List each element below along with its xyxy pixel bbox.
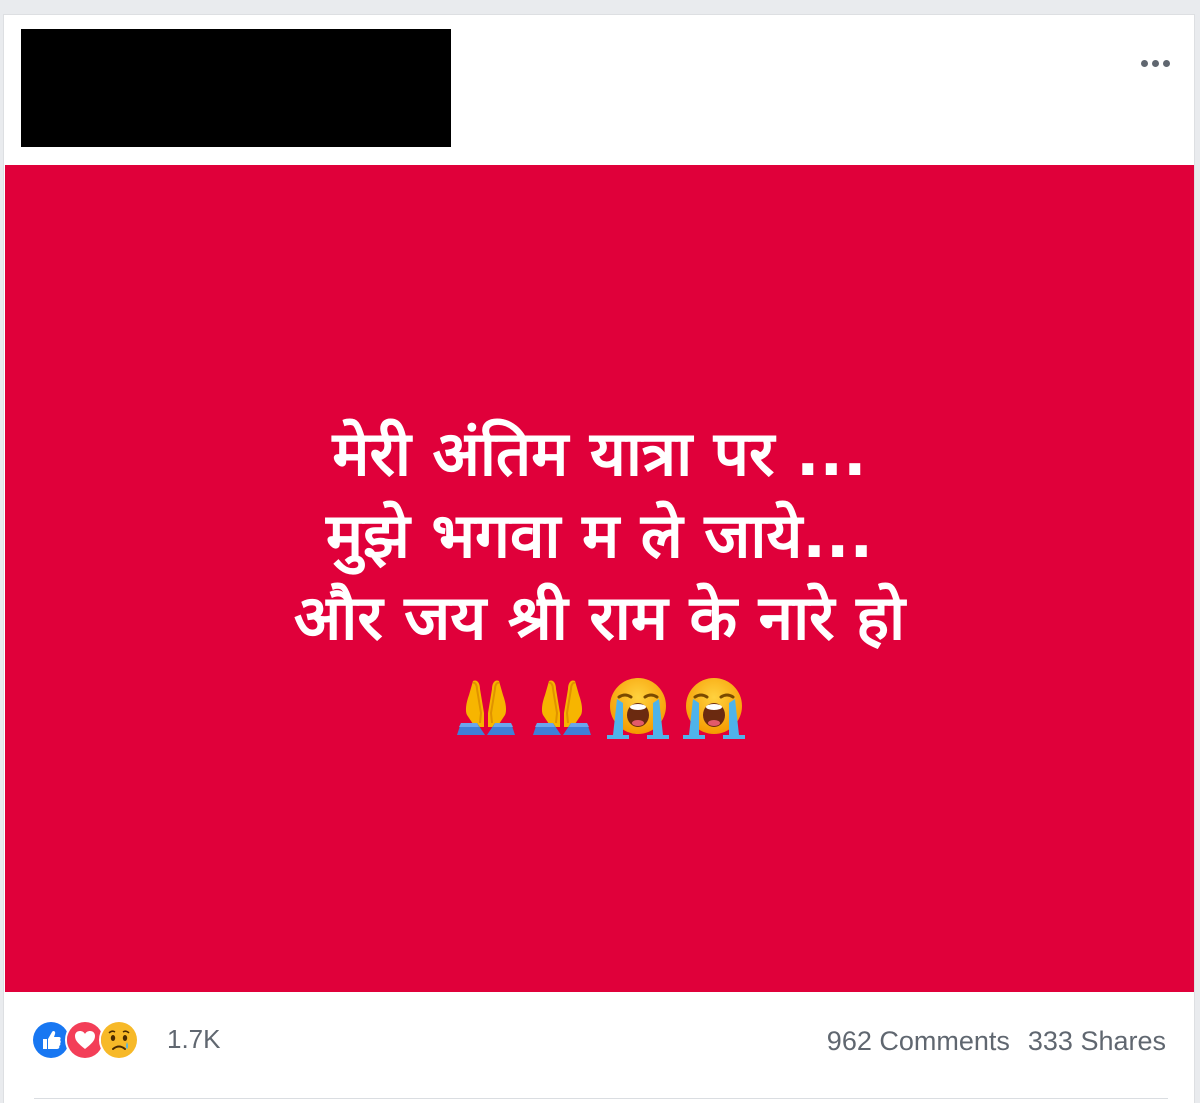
shares-count-link[interactable]: 333 Shares: [1028, 1026, 1166, 1057]
post-image[interactable]: मेरी अंतिम यात्रा पर ... मुझे भगवा म ले …: [5, 165, 1194, 992]
more-options-icon-dot: [1151, 59, 1159, 67]
folded-hands-icon: [527, 673, 597, 743]
more-options-button[interactable]: [1134, 53, 1176, 73]
post-text-line: मेरी अंतिम यात्रा पर ...: [332, 417, 867, 490]
more-options-icon-dot: [1162, 59, 1170, 67]
comments-count-link[interactable]: 962 Comments: [827, 1026, 1010, 1057]
emoji-row: [5, 673, 1194, 743]
more-options-icon: [1140, 59, 1148, 67]
reaction-count[interactable]: 1.7K: [167, 1024, 221, 1055]
loudly-crying-face-icon: [679, 673, 749, 743]
post-stats: 962 Comments 333 Shares: [827, 1026, 1166, 1057]
divider: [34, 1098, 1168, 1099]
post-image-text: मेरी अंतिम यात्रा पर ... मुझे भगवा म ले …: [5, 413, 1194, 659]
folded-hands-icon: [451, 673, 521, 743]
post-card: मेरी अंतिम यात्रा पर ... मुझे भगवा म ले …: [3, 14, 1195, 1103]
reaction-icons[interactable]: [31, 1018, 139, 1062]
loudly-crying-face-icon: [603, 673, 673, 743]
post-text-line: और जय श्री राम के नारे हो: [293, 581, 906, 654]
page-background: [0, 0, 1200, 14]
reactions-bar: 1.7K 962 Comments 333 Shares: [5, 992, 1194, 1084]
post-text-line: मुझे भगवा म ले जाये...: [325, 499, 874, 572]
redacted-author-header: [21, 29, 451, 147]
sad-reaction-icon: [99, 1020, 139, 1060]
